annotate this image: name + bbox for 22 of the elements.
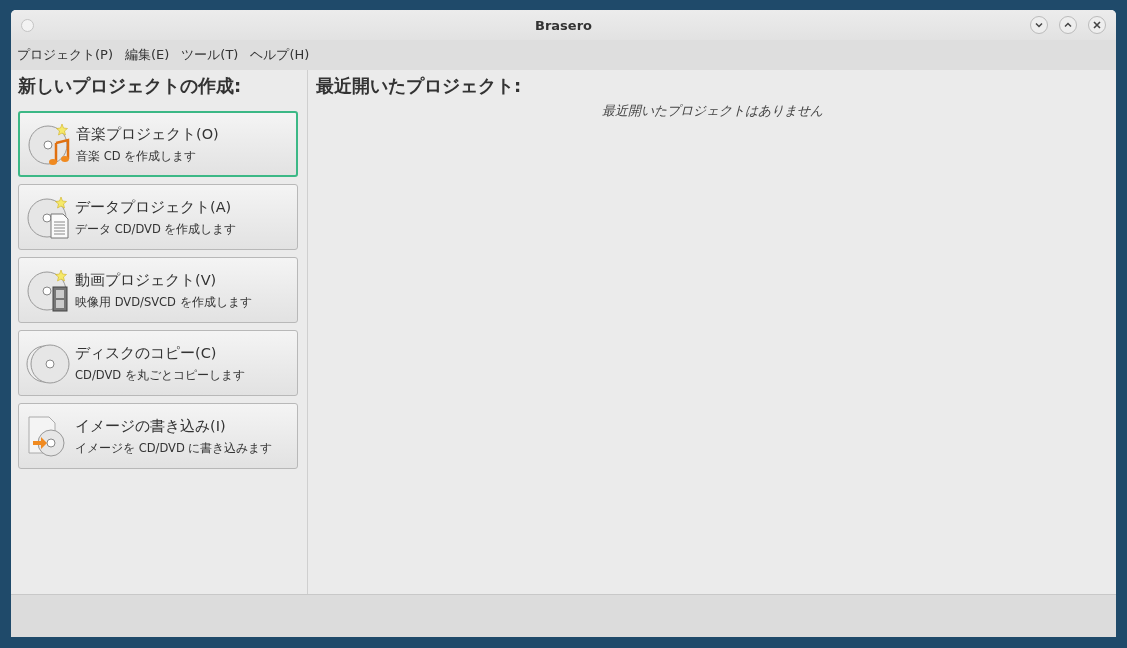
project-button[interactable]: イメージの書き込み(I) イメージを CD/DVD に書き込みます — [18, 403, 298, 469]
section-heading: 新しいプロジェクトの作成: — [18, 74, 243, 98]
menu-item[interactable]: ツール(T) — [181, 46, 239, 64]
chevron-down-icon — [1034, 20, 1044, 30]
disc-film-icon — [25, 267, 71, 313]
empty-message: 最近開いたプロジェクトはありません — [600, 102, 824, 120]
project-button[interactable]: 動画プロジェクト(V) 映像用 DVD/SVCD を作成します — [18, 257, 298, 323]
menu-item[interactable]: 編集(E) — [125, 46, 170, 64]
project-button[interactable]: ディスクのコピー(C) CD/DVD を丸ごとコピーします — [18, 330, 298, 396]
menu-item[interactable]: ヘルプ(H) — [250, 46, 310, 64]
project-button[interactable]: データプロジェクト(A) データ CD/DVD を作成します — [18, 184, 298, 250]
close-icon — [1092, 20, 1102, 30]
disc-music-icon — [26, 121, 72, 167]
disc-document-icon — [25, 194, 71, 240]
window-title: Brasero — [535, 17, 592, 33]
maximize-button[interactable] — [1059, 16, 1077, 34]
menu-item[interactable]: プロジェクト(P) — [17, 46, 113, 64]
project-button[interactable]: 音楽プロジェクト(O) 音楽 CD を作成します — [18, 111, 298, 177]
chevron-up-icon — [1063, 20, 1073, 30]
minimize-button[interactable] — [1030, 16, 1048, 34]
section-heading: 最近開いたプロジェクト: — [316, 74, 523, 98]
close-button[interactable] — [1088, 16, 1106, 34]
